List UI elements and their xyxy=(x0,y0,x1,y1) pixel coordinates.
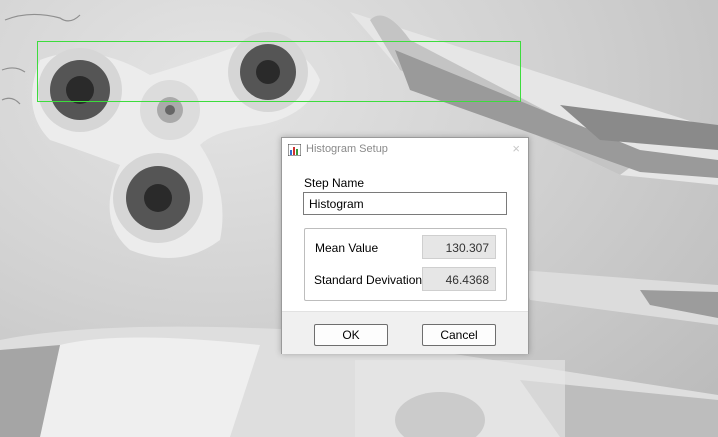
histogram-setup-dialog: Histogram Setup × Step Name Mean Value 1… xyxy=(281,137,529,354)
cancel-button[interactable]: Cancel xyxy=(422,324,496,346)
close-icon[interactable]: × xyxy=(512,141,520,156)
ok-button[interactable]: OK xyxy=(314,324,388,346)
results-group: Mean Value 130.307 Standard Devivation 4… xyxy=(304,228,507,301)
std-deviation-field: 46.4368 xyxy=(422,267,496,291)
step-name-label: Step Name xyxy=(304,176,365,190)
dialog-footer: OK Cancel xyxy=(282,311,528,354)
mean-value-field: 130.307 xyxy=(422,235,496,259)
roi-rectangle[interactable] xyxy=(37,41,521,102)
histogram-app-icon xyxy=(288,144,301,156)
mean-value-label: Mean Value xyxy=(315,241,379,255)
title-bar[interactable]: Histogram Setup × xyxy=(282,138,528,162)
step-name-input[interactable] xyxy=(303,192,507,215)
dialog-title: Histogram Setup xyxy=(306,143,388,155)
std-deviation-label: Standard Devivation xyxy=(314,273,423,287)
pen-middle xyxy=(520,270,718,325)
